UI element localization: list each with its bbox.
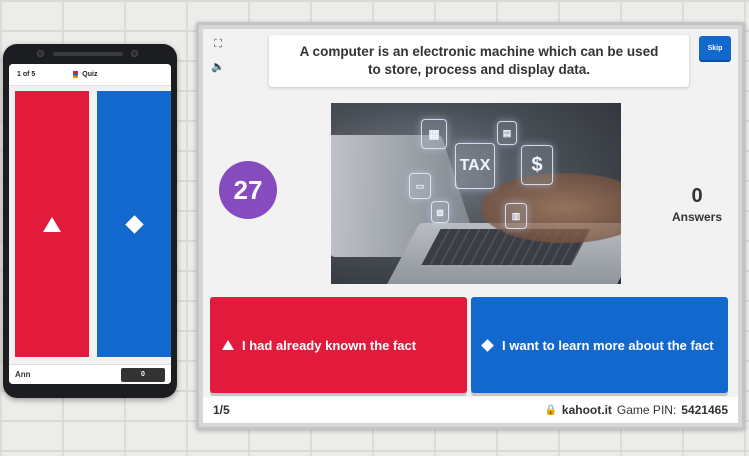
countdown-timer: 27 — [219, 161, 277, 219]
diamond-icon — [481, 338, 494, 352]
phone-screen: 1 of 5 Quiz Ann 0 — [9, 64, 171, 384]
report-icon: ▥ — [505, 203, 527, 229]
site-link: kahoot.it — [561, 403, 612, 417]
diamond-icon — [124, 214, 144, 234]
game-pin-label: Game PIN: — [616, 403, 677, 417]
phone-sensor-icon — [131, 50, 138, 57]
phone-progress: 1 of 5 — [17, 71, 36, 78]
phone-mode-label: Quiz — [82, 71, 98, 78]
answer-option-diamond[interactable]: I want to learn more about the fact — [471, 297, 728, 393]
phone-speaker — [53, 52, 123, 56]
phone-mode: Quiz — [73, 71, 97, 78]
triangle-icon — [43, 216, 61, 232]
phone-answer-diamond-button[interactable] — [97, 91, 171, 357]
chart-icon: ▤ — [497, 121, 517, 145]
fullscreen-icon[interactable]: ⛶ — [211, 37, 225, 51]
host-monitor: ⛶ 🔈 A computer is an electronic machine … — [196, 22, 745, 430]
volume-icon[interactable]: 🔈 — [211, 59, 225, 73]
answer-option-triangle[interactable]: I had already known the fact — [210, 297, 467, 393]
status-bar: 1/5 🔒 kahoot.it Game PIN: 5421465 — [203, 397, 738, 423]
tax-doc-icon: TAX — [455, 143, 495, 189]
game-pin: 5421465 — [681, 403, 728, 417]
answers-count: 0 — [691, 185, 703, 207]
answers-label: Answers — [671, 210, 723, 224]
phone-answer-grid — [9, 86, 171, 364]
phone-footer: Ann 0 — [9, 364, 171, 384]
triangle-icon — [222, 340, 234, 350]
phone-answer-triangle-button[interactable] — [15, 91, 89, 357]
graph-icon: ▧ — [431, 201, 449, 223]
player-score: 0 — [121, 367, 165, 382]
calculator-icon: ▦ — [421, 119, 447, 149]
player-name: Ann — [15, 370, 31, 379]
dollar-icon: $ — [521, 145, 553, 185]
question-text: A computer is an electronic machine whic… — [269, 35, 689, 87]
phone-camera-icon — [37, 50, 44, 57]
game-pin-info: 🔒 kahoot.it Game PIN: 5421465 — [544, 403, 728, 417]
phone-header: 1 of 5 Quiz — [9, 64, 171, 86]
quiz-icon — [73, 71, 79, 78]
document-icon: ▭ — [409, 173, 431, 199]
question-progress: 1/5 — [213, 403, 230, 417]
lock-icon: 🔒 — [544, 404, 557, 416]
player-phone: 1 of 5 Quiz Ann 0 — [3, 44, 177, 398]
answers-counter: 0 Answers — [659, 185, 735, 224]
answer-option-label: I want to learn more about the fact — [502, 337, 714, 353]
answer-option-label: I had already known the fact — [242, 337, 417, 353]
host-screen: ⛶ 🔈 A computer is an electronic machine … — [203, 29, 738, 423]
skip-button[interactable]: Skip — [699, 36, 731, 60]
question-image: ▦ ▤ TAX $ ▭ ▥ ▧ — [331, 103, 621, 284]
